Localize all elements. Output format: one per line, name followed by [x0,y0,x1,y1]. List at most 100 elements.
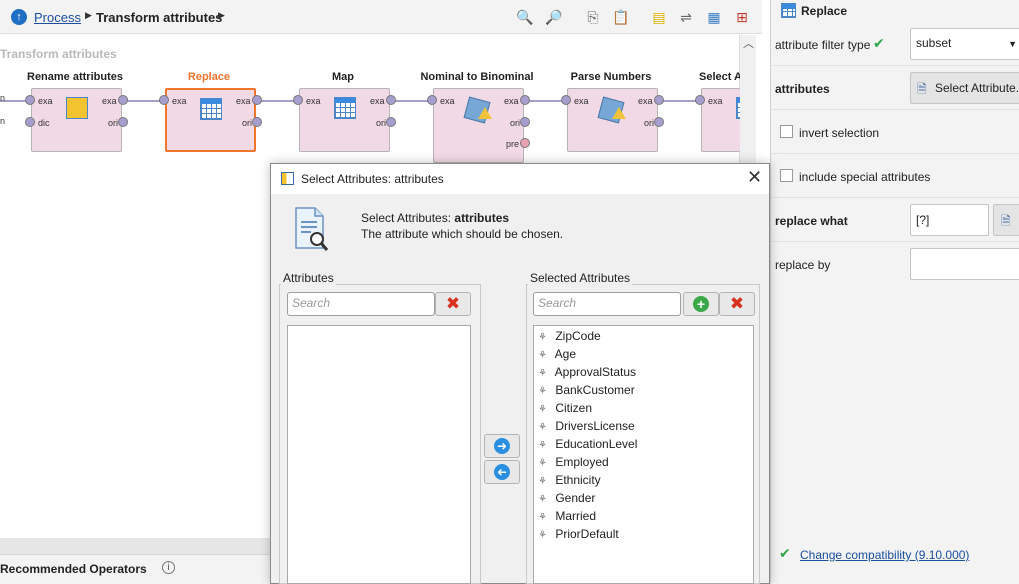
list-item[interactable]: ⚘ ApprovalStatus [538,365,636,383]
zoom-in-icon[interactable]: 🔍 [516,8,534,26]
table-icon [200,98,222,120]
input-port[interactable] [25,95,35,105]
operator-replace[interactable]: exa exa ori [165,88,256,152]
output-port[interactable] [252,117,262,127]
dialog-heading: Select Attributes: attributes [361,211,509,225]
arrow-left-icon: ➜ [494,464,510,480]
output-port[interactable] [252,95,262,105]
parameters-panel: Replace attribute filter type ✔ subset ▼… [770,0,1019,584]
list-item[interactable]: ⚘ Married [538,509,596,527]
list-item[interactable]: ⚘ Age [538,347,576,365]
attribute-label: PriorDefault [552,527,619,541]
output-port[interactable] [654,95,664,105]
change-compatibility-link[interactable]: Change compatibility (9.10.000) [800,548,969,562]
operator-name: Replace [801,4,848,18]
list-item[interactable]: ⚘ DriversLicense [538,419,635,437]
add-to-selection-button[interactable]: ➜ [484,434,520,458]
plus-icon: + [693,296,709,312]
input-port[interactable] [159,95,169,105]
attribute-label: ApprovalStatus [552,365,637,379]
output-port[interactable] [654,117,664,127]
attribute-icon: ⚘ [538,512,547,523]
operator-title[interactable]: Replace [149,71,269,83]
add-note-icon[interactable]: ▤ [650,8,668,26]
list-item[interactable]: ⚘ EducationLevel [538,437,637,455]
copy-icon[interactable]: ⎘ [584,8,602,26]
list-item[interactable]: ⚘ Ethnicity [538,473,601,491]
clear-search-button[interactable]: ✖ [435,292,471,316]
clear-selected-search-button[interactable]: ✖ [719,292,755,316]
list-item[interactable]: ⚘ BankCustomer [538,383,635,401]
paste-icon[interactable]: 📋 [612,8,630,26]
operator-map[interactable]: exa exa ori [299,88,390,152]
auto-wire-icon[interactable]: ⇌ [677,8,695,26]
replace-by-input[interactable] [910,248,1019,280]
operator-title[interactable]: Nominal to Binominal [417,71,537,83]
input-port[interactable] [561,95,571,105]
recommended-operators-title[interactable]: Recommended Operators [0,562,147,576]
zoom-out-icon[interactable]: 🔎 [545,8,563,26]
breadcrumb-process-link[interactable]: Process [34,10,81,25]
operator-nominal-to-binominal[interactable]: exa exa ori pre [433,88,524,163]
operator-title[interactable]: Parse Numbers [551,71,671,83]
operator-parse-numbers[interactable]: exa exa ori [567,88,658,152]
attribute-label: EducationLevel [552,437,638,451]
attribute-icon: ⚘ [538,386,547,397]
dialog-title-bar[interactable]: Select Attributes: attributes ✕ [271,164,769,194]
output-port[interactable] [118,117,128,127]
attribute-icon: ⚘ [538,422,547,433]
available-attributes-list[interactable] [287,325,471,584]
output-port[interactable] [386,117,396,127]
regex-edit-button[interactable]: 🗎 [993,204,1019,236]
port-label: exa [638,96,653,106]
replace-what-input[interactable]: [?] [910,204,989,236]
list-item[interactable]: ⚘ Gender [538,491,595,509]
remove-from-selection-button[interactable]: ➜ [484,460,520,484]
input-port[interactable] [25,117,35,127]
port-label: n [0,93,6,103]
operator-title[interactable]: Rename attributes [15,71,135,83]
list-item[interactable]: ⚘ ZipCode [538,329,601,347]
selected-search-input[interactable]: Search [533,292,681,316]
output-port[interactable] [520,138,530,148]
grid-icon[interactable]: ⊞ [733,8,751,26]
clear-icon: ✖ [445,294,461,313]
close-icon[interactable]: ✕ [747,167,762,188]
input-port[interactable] [427,95,437,105]
info-icon[interactable]: i [162,561,175,574]
invert-selection-checkbox[interactable] [780,125,793,138]
select-value: subset [916,36,952,50]
port-label: exa [172,96,187,106]
input-port[interactable] [293,95,303,105]
output-port[interactable] [386,95,396,105]
arrange-icon[interactable]: ▦ [705,8,723,26]
add-attribute-button[interactable]: + [683,292,719,316]
operator-select-attributes[interactable]: exa [701,88,741,152]
attribute-label: Married [552,509,597,523]
list-item[interactable]: ⚘ Employed [538,455,609,473]
param-label: include special attributes [799,170,931,184]
connection-line [126,100,160,102]
connection-line [528,100,562,102]
operator-rename-attributes[interactable]: exa dic exa ori [31,88,122,152]
output-port[interactable] [520,117,530,127]
output-port[interactable] [520,95,530,105]
include-special-checkbox[interactable] [780,169,793,182]
scroll-up-icon[interactable]: ︿ [743,35,754,51]
output-port[interactable] [118,95,128,105]
operator-title[interactable]: Map [283,71,403,83]
input-port[interactable] [695,95,705,105]
list-item[interactable]: ⚘ PriorDefault [538,527,619,545]
dialog-title: Select Attributes: attributes [301,172,444,186]
select-attributes-button[interactable]: 🗎 Select Attribute... [910,72,1019,104]
port-label: exa [306,96,321,106]
attribute-label: Gender [552,491,596,505]
up-arrow-icon[interactable]: ↑ [11,9,27,25]
arrow-right-icon: ➜ [494,438,510,454]
list-item[interactable]: ⚘ Citizen [538,401,592,419]
attribute-icon: ⚘ [538,332,547,343]
attribute-filter-type-select[interactable]: subset ▼ [910,28,1019,60]
operator-title[interactable]: Select A [685,71,745,83]
attributes-search-input[interactable]: Search [287,292,435,316]
selected-attributes-list[interactable]: ⚘ ZipCode ⚘ Age ⚘ ApprovalStatus ⚘ BankCust… [533,325,754,584]
